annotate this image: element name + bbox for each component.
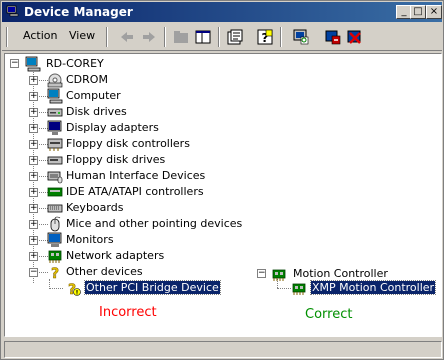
keyboard-icon: [47, 204, 63, 213]
expand-icon[interactable]: +: [29, 188, 38, 197]
category-label: CDROM: [66, 73, 108, 86]
category-label: IDE ATA/ATAPI controllers: [66, 185, 204, 198]
collapse-icon[interactable]: −: [29, 268, 38, 277]
properties-icon[interactable]: [226, 28, 244, 46]
uninstall-icon[interactable]: [346, 28, 364, 46]
device-tree-pane[interactable]: − RD-COREY + CDROM + Computer + Disk drives + D…: [4, 53, 442, 337]
device-manager-icon: [6, 5, 19, 17]
category-label: Display adapters: [66, 121, 159, 134]
computer-icon: [47, 88, 63, 104]
menu-view[interactable]: View: [69, 29, 95, 42]
category-label: Network adapters: [66, 249, 165, 262]
expand-icon[interactable]: +: [29, 76, 38, 85]
status-bar: [4, 341, 442, 358]
close-button[interactable]: ×: [426, 5, 442, 19]
expand-icon[interactable]: +: [29, 172, 38, 181]
expand-icon[interactable]: +: [29, 92, 38, 101]
ide-controller-icon: [47, 187, 63, 197]
category-label: Floppy disk controllers: [66, 137, 190, 150]
computer-icon: [25, 56, 41, 72]
disk-drive-icon: [47, 108, 63, 117]
menu-action[interactable]: Action: [23, 29, 57, 42]
category-label: Keyboards: [66, 201, 124, 214]
expand-icon[interactable]: +: [29, 220, 38, 229]
root-label: RD-COREY: [46, 57, 104, 70]
title-bar[interactable]: Device Manager _ □ ×: [2, 2, 442, 22]
category-label: Disk drives: [66, 105, 127, 118]
expand-icon[interactable]: +: [29, 124, 38, 133]
correct-annotation: Correct: [305, 307, 353, 322]
window-title: Device Manager: [24, 5, 133, 19]
maximize-button[interactable]: □: [410, 5, 426, 19]
display-adapter-icon: [47, 120, 62, 135]
monitor-icon: [47, 232, 62, 247]
tree-line: [49, 288, 63, 289]
category-label: Other devices: [66, 265, 143, 278]
show-hide-tree-icon[interactable]: [194, 28, 212, 46]
toolbar-grip: [6, 27, 8, 47]
toolbar-separator: [164, 27, 166, 47]
expand-icon[interactable]: +: [29, 252, 38, 261]
motion-controller-icon: [272, 269, 286, 281]
network-adapter-icon: [48, 250, 62, 263]
mouse-icon: [50, 216, 61, 232]
toolbar-separator: [218, 27, 220, 47]
unknown-device-warning-icon: ? !: [68, 282, 81, 297]
toolbar-separator: [280, 27, 282, 47]
up-folder-icon[interactable]: [172, 28, 190, 46]
floppy-drive-icon: [47, 156, 63, 165]
floppy-controller-icon: [47, 138, 63, 151]
expand-icon[interactable]: +: [29, 236, 38, 245]
svg-text:?: ?: [51, 266, 59, 280]
expand-icon[interactable]: +: [29, 108, 38, 117]
help-icon[interactable]: ?: [256, 28, 274, 46]
category-label: Computer: [66, 89, 121, 102]
scan-hardware-icon[interactable]: [292, 28, 310, 46]
category-label: Human Interface Devices: [66, 169, 206, 182]
svg-text:!: !: [76, 290, 79, 297]
tree-line: [277, 288, 291, 289]
expand-icon[interactable]: +: [29, 156, 38, 165]
unknown-device-icon: ?: [51, 266, 60, 280]
collapse-icon[interactable]: −: [10, 59, 19, 68]
expand-icon[interactable]: +: [29, 140, 38, 149]
toolbar: Action View ?: [2, 24, 442, 51]
toolbar-separator: [106, 27, 108, 47]
collapse-icon[interactable]: −: [257, 269, 266, 278]
incorrect-annotation: Incorrect: [99, 305, 157, 320]
category-label: Floppy disk drives: [66, 153, 166, 166]
cdrom-icon: [47, 73, 63, 88]
update-driver-icon[interactable]: [324, 28, 342, 46]
back-icon[interactable]: [118, 28, 136, 46]
category-label: Monitors: [66, 233, 114, 246]
xmp-motion-controller-label: XMP Motion Controller: [309, 280, 437, 295]
motion-controller-icon: [292, 283, 306, 295]
device-manager-window: Device Manager _ □ × Action View ? − RD-…: [0, 0, 444, 360]
category-label: Mice and other pointing devices: [66, 217, 243, 230]
forward-icon[interactable]: [140, 28, 158, 46]
expand-icon[interactable]: +: [29, 204, 38, 213]
other-pci-bridge-label: Other PCI Bridge Device: [84, 280, 221, 295]
hid-icon: [47, 171, 63, 184]
motion-controller-label: Motion Controller: [293, 267, 388, 280]
